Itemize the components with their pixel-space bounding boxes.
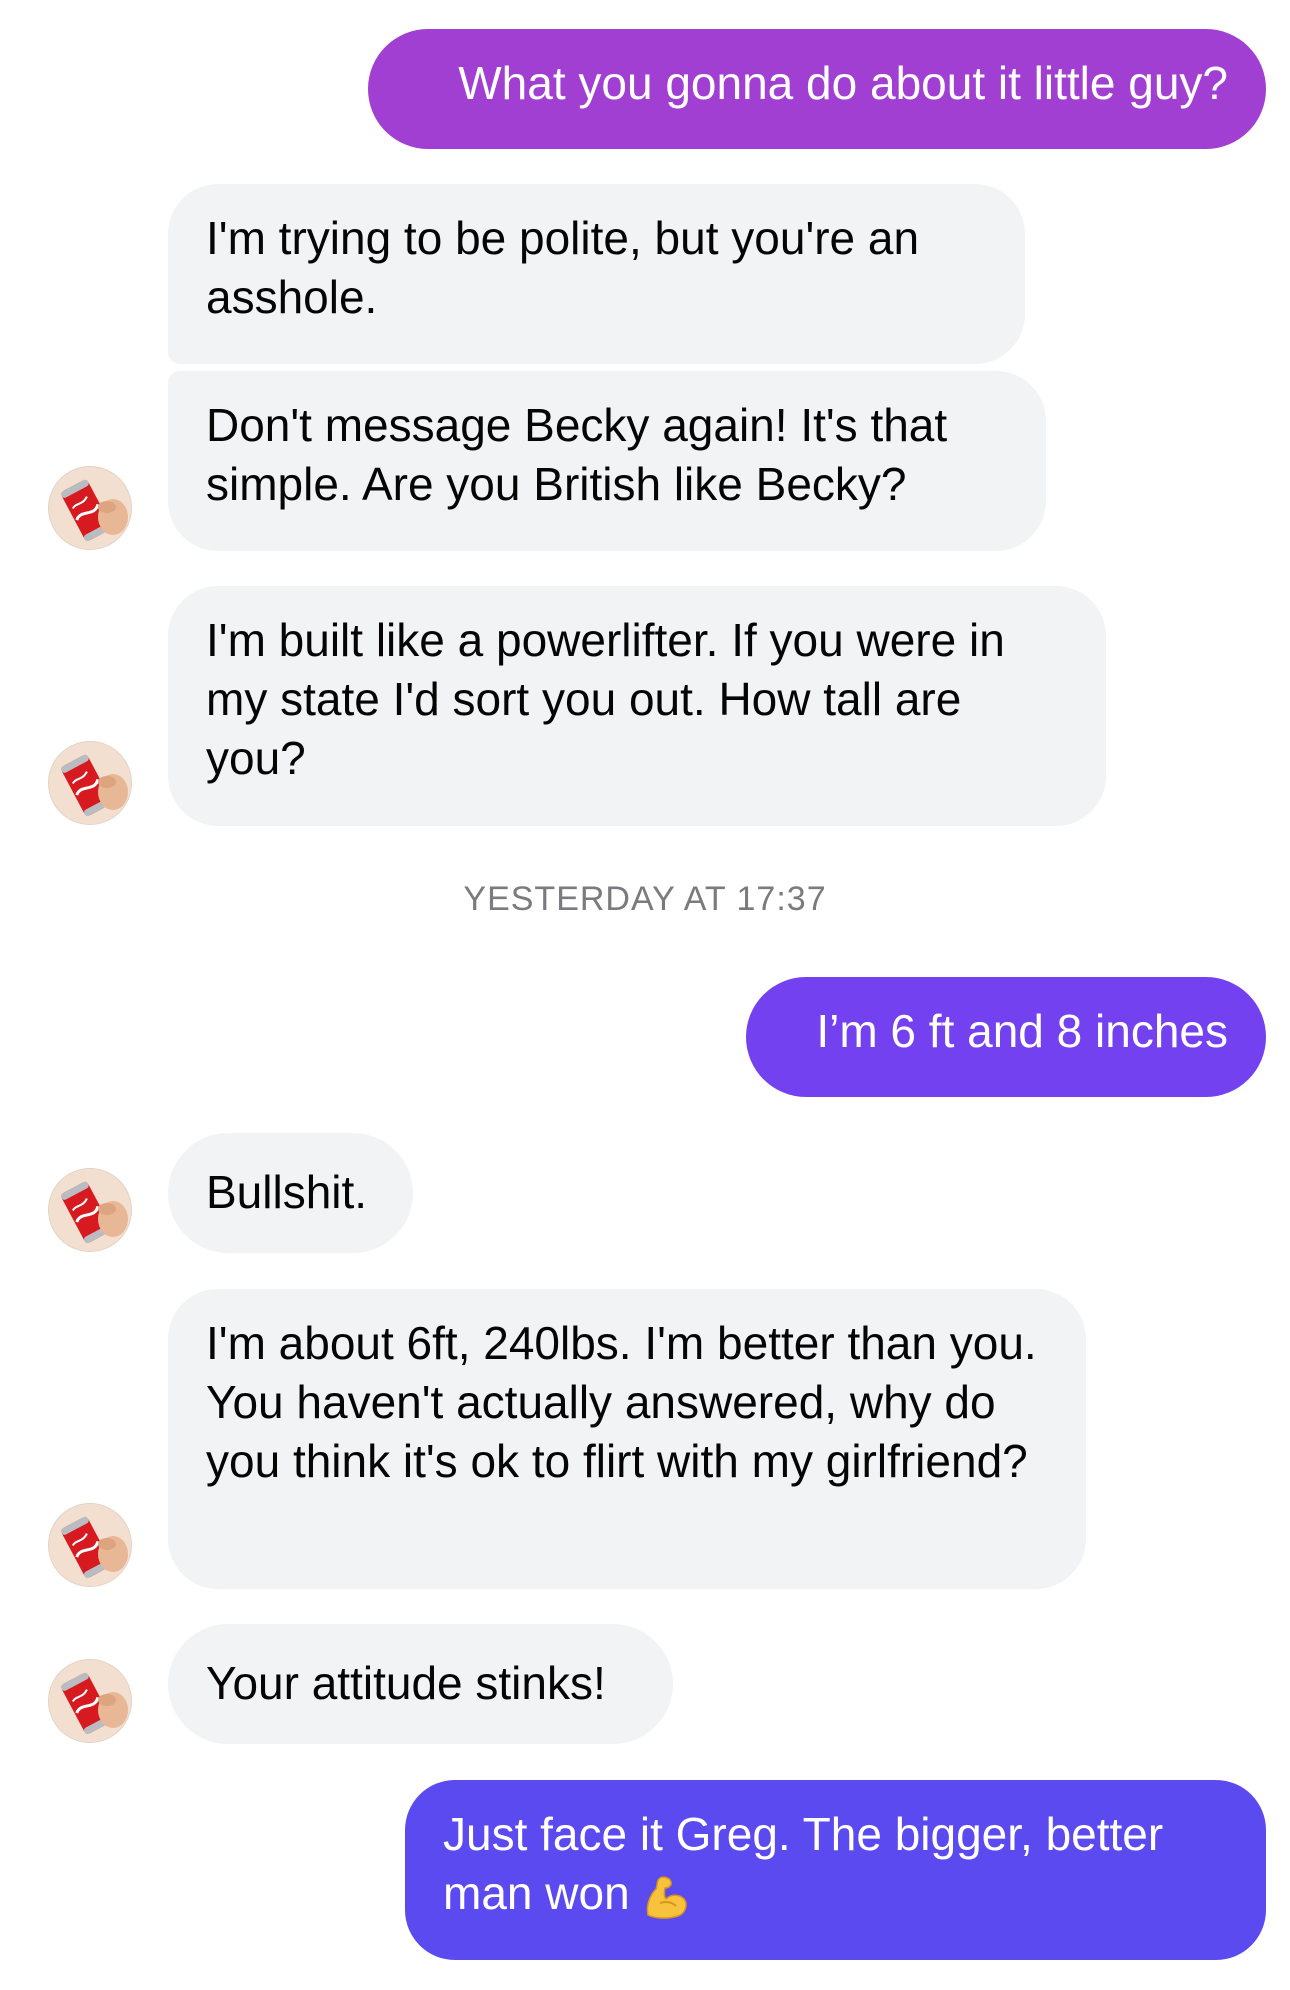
message-text: I'm trying to be polite, but you're an a… bbox=[206, 212, 920, 323]
avatar[interactable] bbox=[48, 1503, 132, 1587]
outgoing-message[interactable]: I’m 6 ft and 8 inches bbox=[746, 977, 1266, 1097]
outgoing-message[interactable]: Just face it Greg. The bigger, better ma… bbox=[405, 1780, 1266, 1960]
avatar[interactable] bbox=[48, 741, 132, 825]
avatar[interactable] bbox=[48, 1168, 132, 1252]
cola-can-icon bbox=[49, 1504, 131, 1586]
incoming-message[interactable]: Your attitude stinks! bbox=[168, 1624, 673, 1744]
flexed-biceps-icon bbox=[646, 1876, 687, 1919]
avatar[interactable] bbox=[48, 466, 132, 550]
incoming-message[interactable]: I'm trying to be polite, but you're an a… bbox=[168, 184, 1025, 364]
message-text: I'm built like a powerlifter. If you wer… bbox=[206, 614, 1005, 784]
outgoing-message[interactable]: What you gonna do about it little guy? bbox=[368, 29, 1266, 149]
cola-can-icon bbox=[49, 742, 131, 824]
cola-can-icon bbox=[49, 1169, 131, 1251]
cola-can-icon bbox=[49, 467, 131, 549]
message-text: Just face it Greg. The bigger, better ma… bbox=[443, 1808, 1164, 1919]
message-text: Bullshit. bbox=[206, 1166, 368, 1218]
incoming-message[interactable]: I'm about 6ft, 240lbs. I'm better than y… bbox=[168, 1289, 1086, 1589]
cola-can-icon bbox=[49, 1660, 131, 1742]
message-text: Your attitude stinks! bbox=[206, 1657, 606, 1709]
incoming-message[interactable]: Don't message Becky again! It's that sim… bbox=[168, 371, 1046, 551]
message-text: I'm about 6ft, 240lbs. I'm better than y… bbox=[206, 1317, 1037, 1487]
message-text: Don't message Becky again! It's that sim… bbox=[206, 399, 948, 510]
incoming-message[interactable]: I'm built like a powerlifter. If you wer… bbox=[168, 586, 1106, 826]
message-text: What you gonna do about it little guy? bbox=[458, 57, 1228, 109]
message-text: I’m 6 ft and 8 inches bbox=[816, 1005, 1228, 1057]
message-thread: What you gonna do about it little guy? I… bbox=[0, 0, 1290, 1990]
incoming-message[interactable]: Bullshit. bbox=[168, 1133, 413, 1253]
timestamp-divider: YESTERDAY AT 17:37 bbox=[463, 880, 827, 918]
avatar[interactable] bbox=[48, 1659, 132, 1743]
